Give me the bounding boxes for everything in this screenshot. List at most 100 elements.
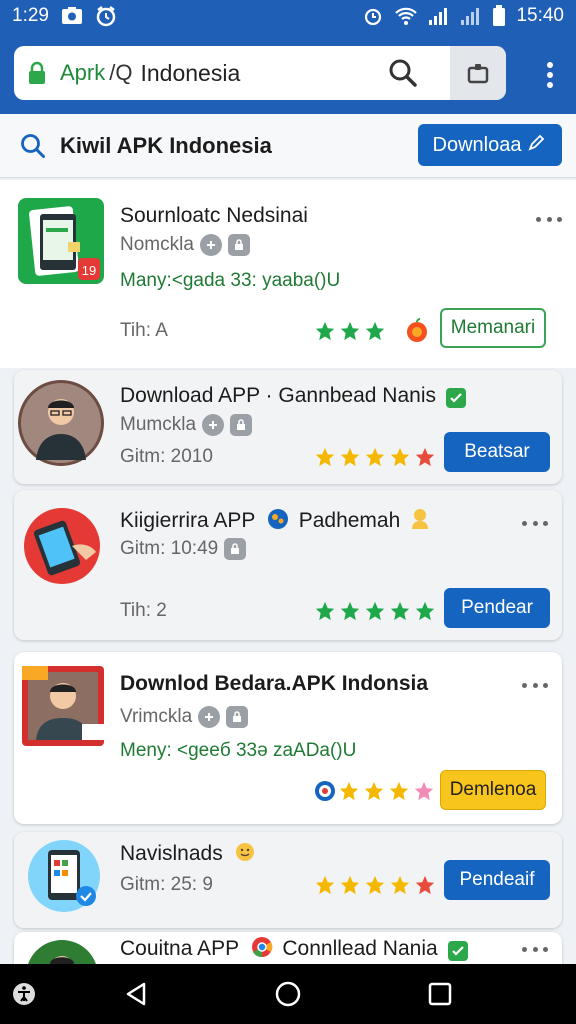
address-bar[interactable]: Aprk /Q Indonesia — [14, 46, 506, 100]
star-icon — [314, 874, 336, 901]
home-icon[interactable] — [274, 980, 302, 1008]
status-bar: 1:29 15:40 — [0, 0, 576, 32]
url-query: Indonesia — [140, 59, 241, 86]
app-icon — [18, 380, 104, 466]
accessibility-icon[interactable] — [10, 980, 38, 1008]
app-developer: Mumckla — [120, 414, 197, 435]
star-icon — [314, 320, 336, 347]
search-header: Kiwil APK Indonesia Downloaa — [0, 114, 576, 178]
app-developer: Nomckla — [120, 234, 194, 255]
app-action-button[interactable]: Beatsar — [444, 432, 550, 472]
app-action-button[interactable]: Demlenoa — [440, 770, 546, 810]
url-separator: /Q — [109, 60, 133, 85]
list-item[interactable]: 19 Sournloatc Nedsinai Nomckla Many:<gad… — [0, 180, 576, 368]
app-icon: 19 — [18, 198, 104, 284]
app-title: Kiigierrira APP — [120, 509, 256, 532]
star-icon — [364, 446, 386, 473]
info-icon — [202, 414, 225, 436]
app-action-label: Pendear — [461, 597, 533, 618]
overflow-menu-icon[interactable] — [538, 60, 562, 90]
lock-icon — [226, 706, 249, 728]
svg-text:19: 19 — [82, 263, 96, 278]
app-info: Gitm: 25: 9 — [120, 874, 213, 895]
star-icon — [414, 446, 436, 473]
app-action-button[interactable]: Pendeaif — [444, 860, 550, 900]
app-list: 19 Sournloatc Nedsinai Nomckla Many:<gad… — [0, 180, 576, 964]
app-icon — [26, 838, 102, 914]
app-action-label: Demlenoa — [449, 779, 537, 800]
list-item[interactable]: Couitna APP Connllead Nania — [14, 932, 562, 964]
app-title-suffix: Padhemah — [298, 509, 401, 532]
app-title-row: Kiigierrira APP Padhemah — [120, 508, 430, 536]
star-icon — [388, 780, 410, 807]
alarm-icon — [95, 5, 117, 27]
rating-stars — [338, 780, 435, 807]
star-icon — [339, 446, 361, 473]
app-meta: Meny: <geeб 33ə zaADa()U — [120, 740, 357, 761]
list-item[interactable]: Navislnads Gitm: 25: 9 Pendeaif — [14, 832, 562, 928]
app-title: Sournloatc Nedsinai — [120, 204, 308, 227]
list-item[interactable]: Kiigierrira APP Padhemah Gitm: 10:49 Tih… — [14, 490, 562, 640]
star-icon — [413, 780, 435, 807]
url-prefix: Aprk — [60, 60, 106, 85]
app-title: Navislnads — [120, 842, 223, 865]
person-emoji-icon — [410, 508, 430, 536]
more-options-icon[interactable] — [522, 944, 548, 954]
info-icon — [199, 234, 222, 256]
app-title-suffix: Connllead Nania — [282, 937, 438, 960]
app-icon — [22, 666, 108, 752]
battery-icon — [492, 5, 506, 27]
app-action-label: Beatsar — [464, 441, 530, 462]
download-button-label: Downloaa — [432, 133, 522, 156]
page-title: Kiwil APK Indonesia — [60, 132, 272, 158]
more-options-icon[interactable] — [536, 214, 562, 224]
tab-switcher-icon[interactable] — [450, 46, 506, 100]
star-icon — [364, 874, 386, 901]
app-info: Tih: 2 — [120, 600, 167, 621]
lock-icon — [227, 234, 250, 256]
status-clock: 15:40 — [516, 5, 564, 26]
browser-toolbar: Aprk /Q Indonesia — [0, 32, 576, 114]
app-developer: Vrimckla — [120, 706, 193, 727]
star-icon — [364, 320, 386, 347]
emoji-icon — [235, 842, 255, 868]
app-subtitle: Nomckla — [120, 234, 250, 256]
more-options-icon[interactable] — [522, 518, 548, 528]
app-date: Gitm: 10:49 — [120, 538, 219, 559]
app-meta: Many:<gada 33: yaaba()U — [120, 270, 341, 291]
app-action-button[interactable]: Memanari — [440, 308, 546, 348]
star-icon — [389, 874, 411, 901]
system-nav-bar — [0, 964, 576, 1024]
chrome-icon — [251, 936, 273, 964]
list-item[interactable]: Downlod Bedara.APK Indonsia Vrimckla Men… — [14, 652, 562, 824]
signal-icon — [428, 6, 450, 26]
app-action-label: Memanari — [450, 317, 536, 338]
star-icon — [389, 600, 411, 627]
star-icon — [338, 780, 360, 807]
signal-icon — [460, 6, 482, 26]
rating-stars — [314, 446, 436, 473]
app-icon — [22, 506, 108, 592]
more-options-icon[interactable] — [522, 680, 548, 690]
recents-icon[interactable] — [426, 980, 454, 1008]
list-item[interactable]: Download APP · Gannbead Nanis Mumckla Gi… — [14, 370, 562, 484]
rating-stars — [314, 600, 436, 627]
back-icon[interactable] — [122, 980, 150, 1008]
app-action-button[interactable]: Pendear — [444, 588, 550, 628]
app-subtitle: Mumckla — [120, 414, 253, 436]
app-icon — [24, 938, 100, 964]
download-button[interactable]: Downloaa — [418, 124, 562, 166]
app-subtitle: Vrimckla — [120, 706, 249, 728]
info-icon — [198, 706, 221, 728]
lock-icon — [14, 61, 60, 85]
badge-icon — [314, 780, 336, 807]
app-info: Gitm: 2010 — [120, 446, 213, 467]
star-icon — [339, 600, 361, 627]
star-icon — [314, 446, 336, 473]
search-icon — [20, 132, 48, 160]
globe-icon — [267, 508, 289, 536]
photo-icon — [61, 6, 83, 26]
star-icon — [314, 600, 336, 627]
star-icon — [363, 780, 385, 807]
search-icon[interactable] — [384, 54, 422, 92]
